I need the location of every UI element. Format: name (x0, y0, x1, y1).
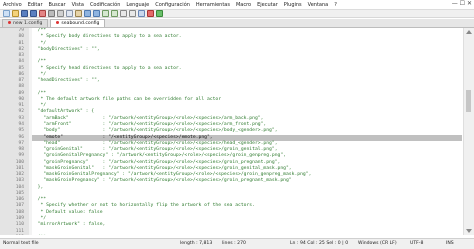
code-text[interactable]: */ (32, 103, 46, 108)
status-length: length : 7,813 (180, 241, 212, 246)
code-text[interactable]: "armFront" : "/artwork/<entityGroup>/<ro… (32, 122, 266, 127)
menu-item[interactable]: Editar (25, 2, 46, 8)
code-text[interactable]: */ (32, 41, 46, 46)
code-text[interactable]: * Specify body directives to apply to a … (32, 34, 182, 39)
code-text[interactable]: "groinGenital" : "/artwork/<entityGroup>… (32, 147, 278, 152)
menu-item[interactable]: Macro (233, 2, 254, 8)
menu-item[interactable]: Codificación (87, 2, 123, 8)
code-text[interactable]: */ (32, 216, 46, 221)
new-file-icon[interactable] (3, 10, 10, 17)
menu-item[interactable]: Vista (69, 2, 87, 8)
code-text[interactable]: "groinPregnancy" : "/artwork/<entityGrou… (32, 160, 280, 165)
menu-item[interactable]: Ventana (305, 2, 332, 8)
code-text[interactable]: "groinGenitalPregnancy" : "/artwork/<ent… (32, 153, 286, 158)
tab-label: seabound.config (61, 21, 99, 26)
macro-play-icon[interactable] (156, 10, 163, 17)
code-text[interactable]: "maskGroinGenital" : "/artwork/<entityGr… (32, 166, 292, 171)
code-view[interactable]: 79 /**80 * Specify body directives to ap… (32, 28, 462, 235)
tab-seabound-config[interactable]: seabound.config (50, 19, 105, 27)
toolbar (0, 10, 474, 18)
find-icon[interactable] (102, 10, 109, 17)
code-text[interactable]: "armBack" : "/artwork/<entityGroup>/<rol… (32, 116, 263, 121)
editor-area[interactable]: 79 /**80 * Specify body directives to ap… (0, 28, 474, 235)
code-text[interactable]: "bodyDirectives" : "", (32, 47, 100, 52)
tab-label: new 1.config (13, 21, 42, 26)
zoom-out-icon[interactable] (129, 10, 136, 17)
vertical-scrollbar[interactable] (463, 28, 474, 235)
menu-item[interactable]: Configuración (152, 2, 193, 8)
open-file-icon[interactable] (12, 10, 19, 17)
code-text[interactable]: * Default value: false (32, 210, 103, 215)
menu-item[interactable]: Lenguaje (123, 2, 152, 8)
macro-record-icon[interactable] (147, 10, 154, 17)
status-position: Ln : 94 Col : 25 Sel : 0 | 0 (290, 241, 348, 246)
code-text[interactable]: * The default artwork file paths can be … (32, 97, 221, 102)
tab-bar: new 1.config seabound.config (0, 19, 474, 28)
close-icon[interactable] (39, 10, 46, 17)
wrap-icon[interactable] (138, 10, 145, 17)
code-text[interactable]: "head" : "/artwork/<entityGroup>/<role>/… (32, 141, 278, 146)
replace-icon[interactable] (111, 10, 118, 17)
cut-icon[interactable] (57, 10, 64, 17)
menu-item[interactable]: Buscar (46, 2, 69, 8)
status-mode: INS (446, 241, 454, 246)
unsaved-dot-icon (56, 21, 59, 24)
code-text[interactable]: /** (32, 197, 46, 202)
menu-item[interactable]: Ejecutar (254, 2, 281, 8)
status-lines: lines : 270 (222, 241, 246, 246)
menu-bar: ArchivoEditarBuscarVistaCodificaciónLeng… (0, 0, 474, 10)
code-text[interactable]: "headDirectives" : "", (32, 78, 100, 83)
paste-icon[interactable] (75, 10, 82, 17)
zoom-in-icon[interactable] (120, 10, 127, 17)
redo-icon[interactable] (93, 10, 100, 17)
code-text[interactable]: "mirrorArtwork" : false, (32, 222, 105, 227)
code-text[interactable]: }, (32, 185, 43, 190)
status-file-type: Normal text file (3, 241, 39, 246)
code-text[interactable]: /** (32, 91, 46, 96)
print-icon[interactable] (48, 10, 55, 17)
copy-icon[interactable] (66, 10, 73, 17)
scroll-down-icon[interactable] (466, 229, 472, 233)
status-encoding: UTF-8 (410, 241, 423, 246)
code-text[interactable]: "body" : "/artwork/<entityGroup>/<role>/… (32, 128, 278, 133)
code-text[interactable]: /** (32, 59, 46, 64)
code-text[interactable]: * Specify whether or not to horizontally… (32, 203, 255, 208)
menu-item[interactable]: ? (331, 2, 340, 8)
undo-icon[interactable] (84, 10, 91, 17)
menu-item[interactable]: Plugins (281, 2, 305, 8)
save-all-icon[interactable] (30, 10, 37, 17)
scroll-up-icon[interactable] (466, 30, 472, 34)
code-text[interactable]: "maskGroinGenitalPregnancy" : "/artwork/… (32, 172, 311, 177)
code-text[interactable]: */ (32, 72, 46, 77)
menu-item[interactable]: Herramientas (193, 2, 233, 8)
code-text[interactable]: "emote" : "/<entityGroup>/<species>/emot… (32, 135, 213, 140)
unsaved-dot-icon (8, 21, 11, 24)
code-text[interactable]: * Specify head directives to apply to a … (32, 66, 182, 71)
code-text[interactable]: "defaultArtwork" : { (32, 109, 94, 114)
code-text[interactable]: "maskGroinPregnancy" : "/artwork/<entity… (32, 178, 292, 183)
scrollbar-thumb[interactable] (466, 90, 471, 112)
menu-item[interactable]: Archivo (0, 2, 25, 8)
window-controls[interactable]: — ☐ ✕ (452, 0, 472, 7)
status-bar: Normal text file length : 7,813 lines : … (0, 238, 474, 249)
code-text[interactable]: /** (32, 28, 46, 33)
status-eol: Windows (CR LF) (358, 241, 397, 246)
save-icon[interactable] (21, 10, 28, 17)
tab-new-1[interactable]: new 1.config (2, 19, 48, 27)
